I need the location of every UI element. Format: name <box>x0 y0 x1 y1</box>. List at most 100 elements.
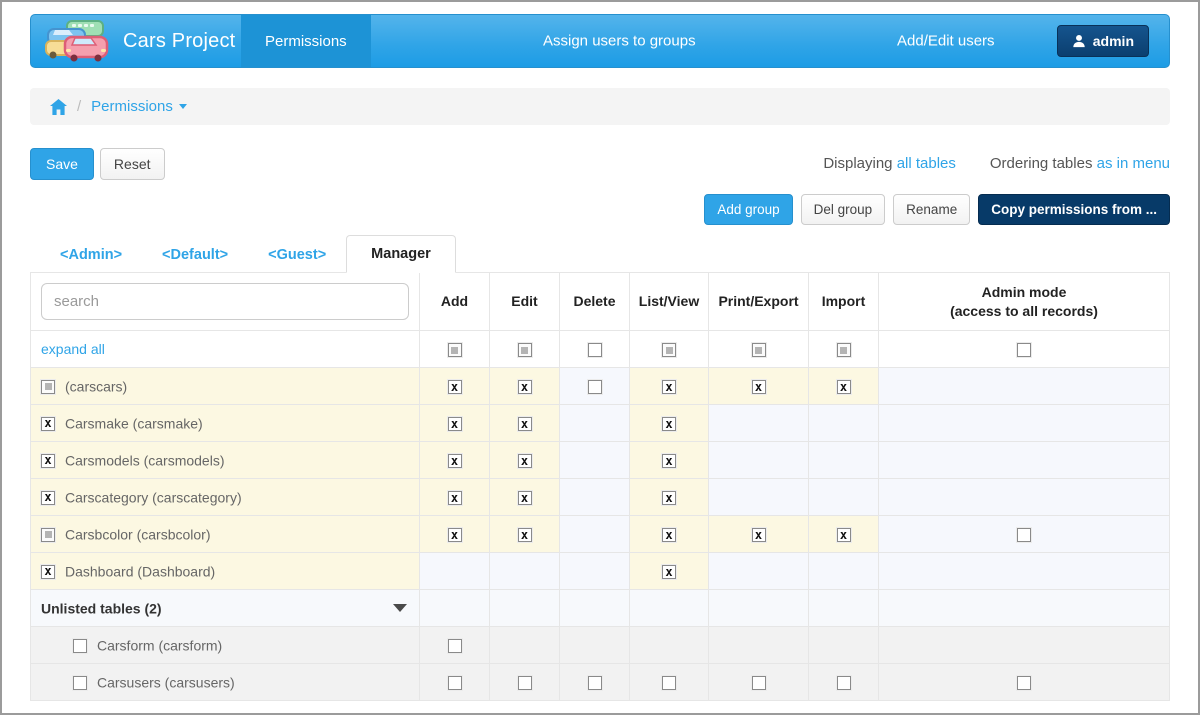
search-input[interactable] <box>41 283 409 320</box>
row-select-checkbox-checked[interactable]: x <box>41 565 55 579</box>
permission-cell[interactable]: x <box>630 479 709 516</box>
row-select-checkbox-indeterminate[interactable] <box>41 380 55 394</box>
permission-cell[interactable] <box>879 331 1170 368</box>
tab-default[interactable]: <Default> <box>142 237 248 273</box>
tab-guest[interactable]: <Guest> <box>248 237 346 273</box>
permission-checkbox-checked[interactable]: x <box>518 417 532 431</box>
permission-checkbox-checked[interactable]: x <box>837 380 851 394</box>
permission-cell[interactable]: x <box>809 516 879 553</box>
brand[interactable]: Cars Project <box>31 20 235 62</box>
permission-cell[interactable]: x <box>420 479 490 516</box>
permission-checkbox-checked[interactable]: x <box>662 380 676 394</box>
admin-user-button[interactable]: admin <box>1057 25 1149 57</box>
permission-cell[interactable] <box>560 664 630 701</box>
permission-cell[interactable] <box>420 627 490 664</box>
permission-checkbox-checked[interactable]: x <box>662 417 676 431</box>
permission-checkbox-unchecked[interactable] <box>588 676 602 690</box>
permission-cell[interactable] <box>560 368 630 405</box>
permission-checkbox-indeterminate[interactable] <box>448 343 462 357</box>
permission-cell[interactable] <box>490 331 560 368</box>
permission-checkbox-checked[interactable]: x <box>662 491 676 505</box>
save-button[interactable]: Save <box>30 148 94 180</box>
permission-cell[interactable] <box>709 331 809 368</box>
permission-checkbox-unchecked[interactable] <box>1017 676 1031 690</box>
permission-checkbox-indeterminate[interactable] <box>837 343 851 357</box>
permission-cell[interactable]: x <box>420 516 490 553</box>
nav-item-assign-users[interactable]: Assign users to groups <box>543 33 696 50</box>
permission-checkbox-indeterminate[interactable] <box>752 343 766 357</box>
permission-cell[interactable] <box>809 331 879 368</box>
permission-cell[interactable] <box>879 516 1170 553</box>
permission-cell[interactable]: x <box>420 405 490 442</box>
permission-cell[interactable] <box>879 664 1170 701</box>
row-select-checkbox-unchecked[interactable] <box>73 639 87 653</box>
permission-cell[interactable]: x <box>420 368 490 405</box>
expand-all-link[interactable]: expand all <box>41 341 105 357</box>
permission-checkbox-checked[interactable]: x <box>662 454 676 468</box>
permission-cell[interactable]: x <box>490 368 560 405</box>
permission-cell[interactable] <box>630 664 709 701</box>
permission-cell[interactable]: x <box>630 553 709 590</box>
permission-checkbox-checked[interactable]: x <box>752 380 766 394</box>
permission-cell[interactable] <box>420 331 490 368</box>
permission-checkbox-checked[interactable]: x <box>518 491 532 505</box>
permission-checkbox-indeterminate[interactable] <box>518 343 532 357</box>
permission-cell[interactable]: x <box>709 368 809 405</box>
permission-checkbox-checked[interactable]: x <box>518 380 532 394</box>
permission-cell[interactable]: x <box>490 516 560 553</box>
permission-checkbox-checked[interactable]: x <box>837 528 851 542</box>
reset-button[interactable]: Reset <box>100 148 165 180</box>
breadcrumb-permissions[interactable]: Permissions <box>91 98 187 115</box>
permission-cell[interactable] <box>809 664 879 701</box>
add-group-button[interactable]: Add group <box>704 194 792 225</box>
permission-checkbox-checked[interactable]: x <box>448 528 462 542</box>
permission-cell[interactable]: x <box>490 479 560 516</box>
permission-cell[interactable]: x <box>630 516 709 553</box>
home-icon[interactable] <box>50 99 67 115</box>
copy-permissions-button[interactable]: Copy permissions from ... <box>978 194 1170 225</box>
permission-cell[interactable]: x <box>809 368 879 405</box>
displaying-value-link[interactable]: all tables <box>897 155 956 172</box>
row-select-checkbox-checked[interactable]: x <box>41 417 55 431</box>
nav-item-add-edit-users[interactable]: Add/Edit users <box>897 33 995 50</box>
permission-cell[interactable]: x <box>490 405 560 442</box>
permission-cell[interactable]: x <box>630 405 709 442</box>
permission-cell[interactable]: x <box>490 442 560 479</box>
row-select-checkbox-checked[interactable]: x <box>41 491 55 505</box>
permission-cell[interactable] <box>560 331 630 368</box>
permission-checkbox-unchecked[interactable] <box>588 343 602 357</box>
permission-checkbox-checked[interactable]: x <box>448 380 462 394</box>
row-label[interactable]: Unlisted tables (2) <box>41 601 162 617</box>
permission-checkbox-unchecked[interactable] <box>1017 528 1031 542</box>
permission-checkbox-indeterminate[interactable] <box>662 343 676 357</box>
nav-item-permissions[interactable]: Permissions <box>241 15 371 67</box>
permission-cell[interactable]: x <box>709 516 809 553</box>
permission-checkbox-checked[interactable]: x <box>752 528 766 542</box>
permission-cell[interactable] <box>490 664 560 701</box>
permission-checkbox-unchecked[interactable] <box>448 676 462 690</box>
row-select-checkbox-unchecked[interactable] <box>73 676 87 690</box>
collapse-caret-icon[interactable] <box>393 604 407 612</box>
permission-cell[interactable] <box>630 331 709 368</box>
rename-button[interactable]: Rename <box>893 194 970 225</box>
permission-checkbox-checked[interactable]: x <box>662 565 676 579</box>
permission-cell[interactable] <box>420 664 490 701</box>
permission-checkbox-checked[interactable]: x <box>662 528 676 542</box>
row-select-checkbox-checked[interactable]: x <box>41 454 55 468</box>
permission-cell[interactable]: x <box>420 442 490 479</box>
permission-checkbox-unchecked[interactable] <box>518 676 532 690</box>
permission-checkbox-checked[interactable]: x <box>518 454 532 468</box>
permission-checkbox-checked[interactable]: x <box>518 528 532 542</box>
tab-admin[interactable]: <Admin> <box>40 237 142 273</box>
permission-checkbox-unchecked[interactable] <box>837 676 851 690</box>
permission-checkbox-unchecked[interactable] <box>752 676 766 690</box>
tab-manager[interactable]: Manager <box>346 235 456 273</box>
permission-checkbox-checked[interactable]: x <box>448 491 462 505</box>
del-group-button[interactable]: Del group <box>801 194 886 225</box>
permission-checkbox-unchecked[interactable] <box>1017 343 1031 357</box>
permission-checkbox-unchecked[interactable] <box>662 676 676 690</box>
permission-checkbox-unchecked[interactable] <box>448 639 462 653</box>
permission-cell[interactable] <box>709 664 809 701</box>
permission-checkbox-unchecked[interactable] <box>588 380 602 394</box>
ordering-value-link[interactable]: as in menu <box>1097 155 1170 172</box>
